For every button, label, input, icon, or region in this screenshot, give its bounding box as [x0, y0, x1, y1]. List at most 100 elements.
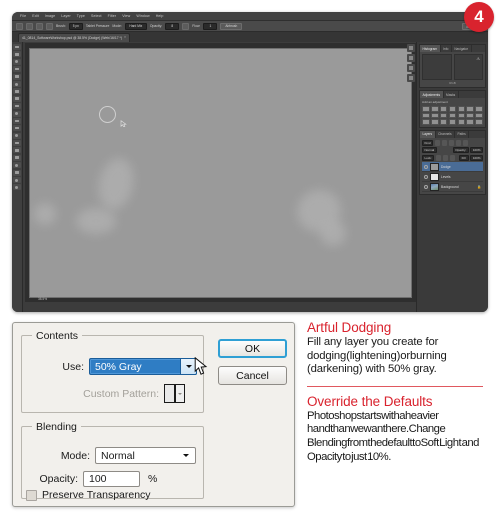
tablet-pressure-icon[interactable] — [46, 22, 53, 30]
layer-blend-mode[interactable]: Normal — [422, 147, 437, 154]
history-panel-icon[interactable] — [407, 44, 415, 52]
menu-item-window[interactable]: Window — [136, 14, 149, 18]
menu-item-view[interactable]: View — [122, 14, 130, 18]
menu-item-layer[interactable]: Layer — [61, 14, 71, 18]
visibility-eye-icon[interactable] — [423, 184, 428, 190]
menu-item-edit[interactable]: Edit — [32, 14, 39, 18]
tab-layers[interactable]: Layers — [420, 130, 436, 138]
opacity-input[interactable]: 100 — [83, 471, 140, 487]
close-icon[interactable]: × — [124, 35, 126, 40]
preset-extra-icon[interactable] — [439, 119, 448, 125]
brush-size-field[interactable]: 5 px — [68, 22, 83, 30]
preset-extra-icon[interactable] — [457, 119, 466, 125]
menu-item-select[interactable]: Select — [91, 14, 102, 18]
menu-item-filter[interactable]: Filter — [108, 14, 117, 18]
channel-mixer-icon[interactable] — [439, 112, 448, 119]
brightness-contrast-icon[interactable] — [422, 106, 430, 112]
quick-select-tool-icon[interactable] — [13, 66, 21, 73]
gradient-tool-icon[interactable] — [13, 125, 21, 132]
cached-data-warning-icon[interactable]: ⚠ — [476, 57, 480, 61]
threshold-icon[interactable] — [466, 112, 475, 119]
layer-opacity-value[interactable]: 100% — [470, 147, 483, 154]
airbrush-toggle-icon[interactable] — [182, 22, 190, 30]
zoom-tool-icon[interactable] — [13, 184, 21, 191]
airbrush-icon[interactable] — [26, 22, 33, 30]
opacity-field[interactable]: 8 — [165, 22, 180, 30]
brush-tool-icon[interactable] — [16, 22, 23, 30]
tab-channels[interactable]: Channels — [436, 130, 456, 138]
lock-all-icon[interactable] — [449, 155, 456, 161]
tab-info[interactable]: Info — [441, 45, 452, 52]
menu-item-help[interactable]: Help — [156, 14, 164, 18]
tab-histogram[interactable]: Histogram — [420, 45, 441, 52]
eyedropper-tool-icon[interactable] — [13, 80, 21, 87]
flow-icon[interactable] — [36, 22, 43, 30]
mode-select[interactable]: Normal — [95, 447, 196, 464]
preset-extra-icon[interactable] — [448, 119, 457, 125]
pen-tool-icon[interactable] — [13, 147, 21, 154]
exposure-icon[interactable] — [448, 106, 457, 112]
image-canvas[interactable] — [29, 48, 412, 298]
lock-pixels-icon[interactable] — [435, 155, 442, 161]
layer-filter-kind[interactable]: Kind — [422, 139, 434, 146]
invert-icon[interactable] — [448, 112, 457, 119]
swatches-panel-icon[interactable] — [407, 64, 415, 72]
eraser-tool-icon[interactable] — [13, 117, 21, 124]
gradient-map-icon[interactable] — [475, 112, 483, 119]
cancel-button[interactable]: Cancel — [218, 366, 287, 385]
flow-field[interactable]: 1 — [203, 22, 218, 30]
layer-fill-value[interactable]: 100% — [470, 154, 483, 161]
fill-dialog[interactable]: Contents Use: 50% Gray Custom Pattern: B… — [12, 322, 295, 507]
color-lookup-icon[interactable] — [430, 119, 439, 125]
tab-adjustments[interactable]: Adjustments — [420, 91, 444, 98]
tab-navigator[interactable]: Navigator — [452, 45, 472, 52]
selective-color-icon[interactable] — [422, 119, 430, 125]
mode-select[interactable]: Hard Mix — [124, 22, 147, 30]
preset-extra-icon[interactable] — [475, 119, 483, 125]
preset-extra-icon[interactable] — [466, 119, 475, 125]
table-row[interactable]: Background 🔒 — [422, 182, 483, 193]
marquee-tool-icon[interactable] — [13, 51, 21, 58]
brush-tool-icon[interactable] — [13, 95, 21, 102]
filter-pixel-icon[interactable] — [434, 140, 441, 146]
photo-filter-icon[interactable] — [430, 112, 439, 119]
levels-icon[interactable] — [430, 106, 439, 112]
menu-item-type[interactable]: Type — [77, 14, 85, 18]
move-tool-icon[interactable] — [13, 44, 21, 50]
use-select[interactable]: 50% Gray — [89, 358, 197, 375]
path-select-tool-icon[interactable] — [13, 162, 21, 169]
menu-item-file[interactable]: File — [20, 14, 26, 18]
table-row[interactable]: Levels — [422, 172, 483, 183]
hand-tool-icon[interactable] — [13, 177, 21, 184]
filter-shape-icon[interactable] — [455, 140, 462, 146]
vibrance-icon[interactable] — [457, 106, 466, 112]
filter-smart-icon[interactable] — [462, 140, 469, 146]
color-balance-icon[interactable] — [475, 106, 483, 112]
curves-icon[interactable] — [439, 106, 448, 112]
shape-tool-icon[interactable] — [13, 169, 21, 176]
dodge-tool-icon[interactable] — [13, 140, 21, 147]
actions-panel-icon[interactable] — [407, 54, 415, 62]
clone-stamp-tool-icon[interactable] — [13, 103, 21, 110]
tab-paths[interactable]: Paths — [455, 130, 470, 138]
lock-position-icon[interactable] — [442, 155, 449, 161]
menu-item-image[interactable]: Image — [45, 14, 56, 18]
ok-button[interactable]: OK — [218, 339, 287, 358]
visibility-eye-icon[interactable] — [423, 164, 428, 170]
use-dropdown-button[interactable] — [180, 358, 197, 375]
type-tool-icon[interactable] — [13, 154, 21, 161]
blur-tool-icon[interactable] — [13, 132, 21, 139]
filter-type-icon[interactable] — [448, 140, 455, 146]
brushes-panel-icon[interactable] — [407, 74, 415, 82]
table-row[interactable]: Dodge — [422, 162, 483, 173]
document-tab[interactable]: 41_0814_SoftwareWorkshop.psd @ 38.5% (Do… — [18, 32, 131, 42]
preserve-transparency-checkbox[interactable] — [26, 489, 37, 501]
visibility-eye-icon[interactable] — [423, 174, 428, 180]
tab-masks[interactable]: Masks — [444, 91, 459, 98]
spot-heal-tool-icon[interactable] — [13, 88, 21, 95]
lasso-tool-icon[interactable] — [13, 58, 21, 65]
airbrush-button[interactable]: Airbrush — [220, 22, 243, 30]
black-white-icon[interactable] — [422, 112, 430, 119]
crop-tool-icon[interactable] — [13, 73, 21, 80]
preserve-transparency-row[interactable]: Preserve Transparency — [26, 489, 209, 501]
